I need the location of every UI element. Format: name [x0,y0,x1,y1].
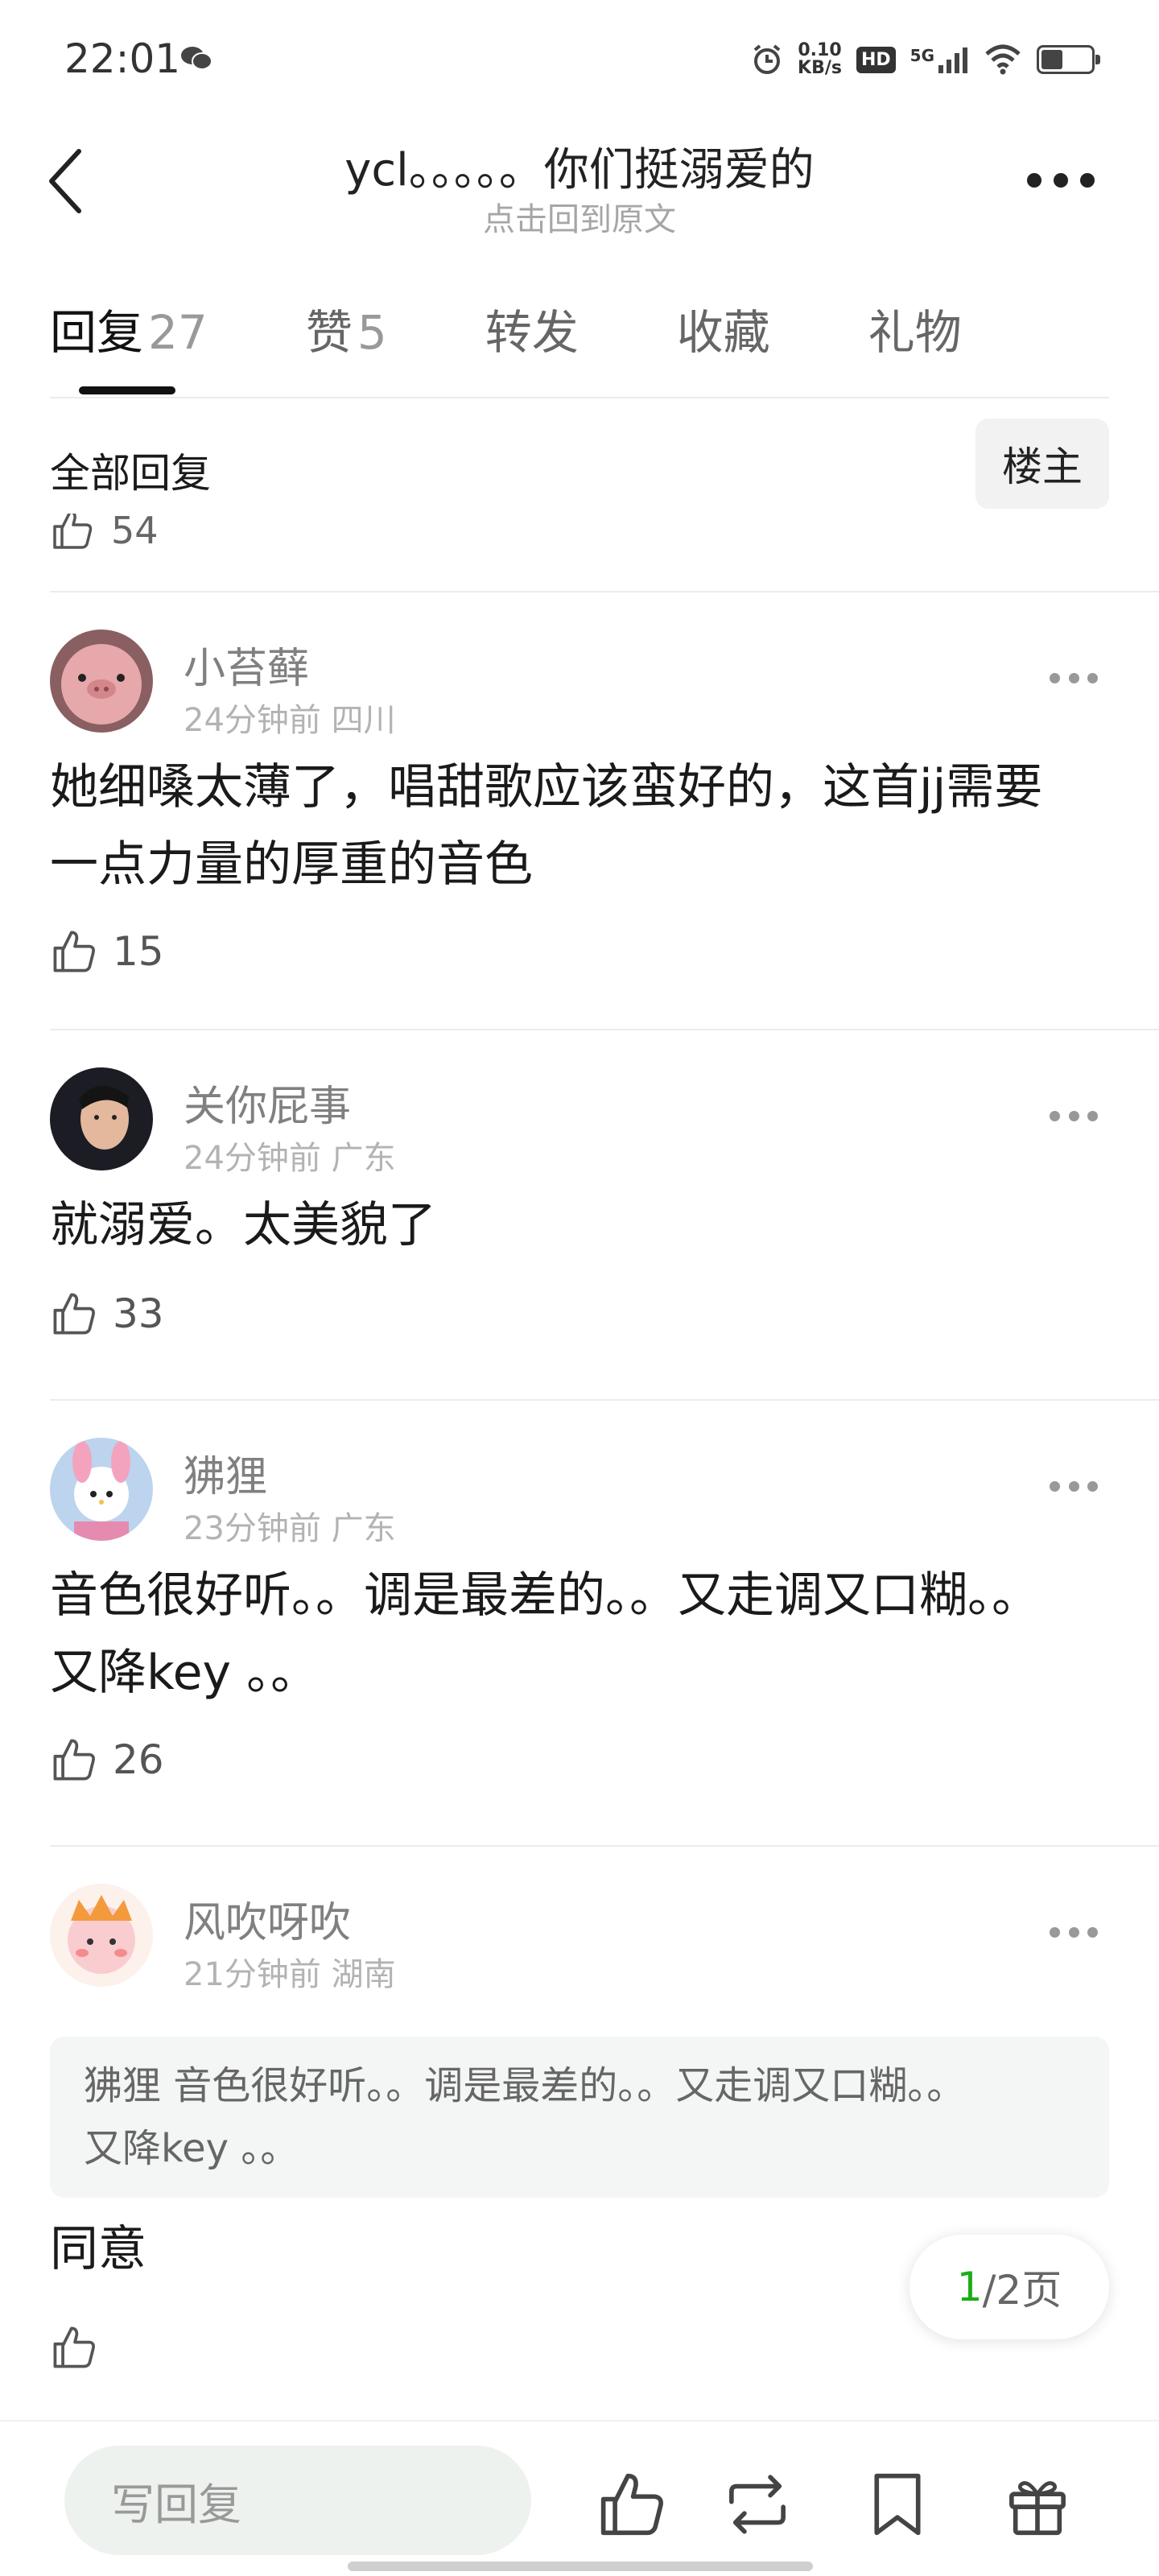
like-count: 33 [113,1290,164,1337]
comment-username[interactable]: 小苔藓 [184,634,309,695]
active-tab-indicator [79,386,175,394]
tab-replies-label: 回复 [50,305,144,360]
avatar[interactable] [50,1067,153,1170]
signal-label: 5G [909,46,934,65]
tab-likes-count: 5 [357,305,387,360]
tab-favorites-label: 收藏 [676,305,770,360]
comment-meta: 21分钟前 湖南 [184,1948,396,1995]
quoted-text-line: 狒狸 音色很好听。。调是最差的。。又走调又口糊。。 [84,2063,966,2108]
comment-time: 21分钟前 [184,1956,321,1993]
like-button[interactable]: 33 [50,1290,164,1338]
comment-more-icon[interactable] [1050,1927,1098,1940]
comment-meta: 24分钟前 四川 [184,694,396,741]
thumbs-up-icon [53,1293,95,1335]
thumbs-up-icon [53,1739,95,1781]
net-speed-unit: KB/s [798,58,842,78]
thumbs-up-icon [53,931,95,972]
divider [50,1029,1159,1030]
comment-text[interactable]: 就溺爱。太美貌了 [50,1187,1109,1264]
comment-text-line: 又降key 。。 [50,1645,320,1701]
comment-more-icon[interactable] [1050,673,1098,686]
comment-text-line: 一点力量的厚重的音色 [50,836,533,893]
bookmark-icon[interactable] [861,2468,934,2541]
reply-input[interactable]: 写回复 [64,2446,531,2555]
tab-likes[interactable]: 赞5 [306,295,387,362]
comment-text[interactable]: 她细嗓太薄了，唱甜歌应该蛮好的，这首jj需要 一点力量的厚重的音色 [50,749,1109,903]
owner-filter-button[interactable]: 楼主 [975,419,1109,509]
all-replies-label: 全部回复 [50,450,211,497]
tab-bar: 回复 27 赞5 转发 收藏 礼物 [50,296,1060,361]
comment-meta: 23分钟前 广东 [184,1502,396,1549]
thumbs-up-icon[interactable] [596,2468,668,2541]
net-speed: 0.10 KB/s [798,42,842,77]
comment-location: 广东 [331,1510,396,1547]
wifi-icon [985,44,1021,75]
status-icons: 0.10 KB/s HD 5G [751,37,1100,82]
page-title[interactable]: ycl。。。。。你们挺溺爱的 [161,134,998,199]
more-icon[interactable] [1027,171,1095,190]
back-to-original-link[interactable]: 点击回到原文 [161,193,998,240]
signal-indicator: 5G [910,46,969,73]
page-indicator-button[interactable]: 1/2页 [909,2235,1109,2339]
tab-gifts-label: 礼物 [868,305,962,360]
avatar[interactable] [50,1884,153,1987]
divider [50,591,1159,592]
comment-text[interactable]: 音色很好听。。调是最差的。。又走调又口糊。。 又降key 。。 [50,1557,1109,1711]
like-count: 15 [113,928,164,975]
quoted-text-line: 又降key 。。 [84,2126,299,2171]
gift-icon[interactable] [1001,2468,1074,2541]
status-bar: 22:01 0.10 KB/s HD 5G [0,0,1159,121]
comment-location: 四川 [331,702,396,739]
tab-likes-label: 赞 [305,305,353,360]
comment-text-line: 音色很好听。。调是最差的。。又走调又口糊。。 [50,1567,1040,1624]
comment-username[interactable]: 狒狸 [184,1443,267,1503]
tab-reposts-label: 转发 [485,305,579,360]
thumbs-up-icon [53,514,93,549]
quoted-reply[interactable]: 狒狸 音色很好听。。调是最差的。。又走调又口糊。。 又降key 。。 [50,2037,1109,2198]
total-pages: /2页 [982,2267,1062,2314]
comment-location: 广东 [331,1140,396,1177]
comment-time: 24分钟前 [184,702,321,739]
tab-gifts[interactable]: 礼物 [868,295,962,362]
tab-reposts[interactable]: 转发 [485,295,579,362]
comment-username[interactable]: 风吹呀吹 [184,1889,351,1949]
home-indicator[interactable] [348,2562,813,2571]
previous-like-count: 54 [111,514,159,552]
current-page: 1 [956,2264,983,2310]
status-time: 22:01 [64,35,181,82]
like-button[interactable] [50,2323,98,2372]
comment-username[interactable]: 关你屁事 [184,1072,351,1133]
alarm-icon [753,44,781,74]
like-button[interactable]: 26 [50,1736,164,1784]
avatar[interactable] [50,630,153,733]
bottom-action-bar: 写回复 [0,2420,1159,2576]
comment-text-line: 就溺爱。太美貌了 [50,1197,436,1253]
comment-meta: 24分钟前 广东 [184,1132,396,1179]
avatar[interactable] [50,1438,153,1541]
tab-favorites[interactable]: 收藏 [677,295,770,362]
divider [50,1399,1159,1401]
tab-replies[interactable]: 回复 27 [50,295,208,362]
back-icon[interactable] [43,145,92,217]
like-count: 26 [113,1736,164,1783]
comment-more-icon[interactable] [1050,1481,1098,1494]
repost-icon[interactable] [721,2468,794,2541]
signal-bars-icon [938,47,967,73]
wechat-icon [181,47,212,70]
thumbs-up-icon [53,2326,95,2368]
comment-location: 湖南 [331,1956,396,1993]
app-header: ycl。。。。。你们挺溺爱的 点击回到原文 [0,121,1159,242]
comment-time: 24分钟前 [184,1140,321,1177]
comment-time: 23分钟前 [184,1510,321,1547]
hd-badge: HD [856,46,896,73]
divider [50,1845,1159,1847]
comment-more-icon[interactable] [1050,1111,1098,1124]
tab-replies-count: 27 [148,305,208,360]
net-speed-value: 0.10 [798,40,842,60]
battery-icon [1037,45,1100,74]
like-button[interactable]: 15 [50,927,164,976]
tabs-divider [50,397,1109,398]
previous-like-button[interactable]: 54 [50,514,159,552]
comment-text-line: 她细嗓太薄了，唱甜歌应该蛮好的，这首jj需要 [50,759,1043,815]
